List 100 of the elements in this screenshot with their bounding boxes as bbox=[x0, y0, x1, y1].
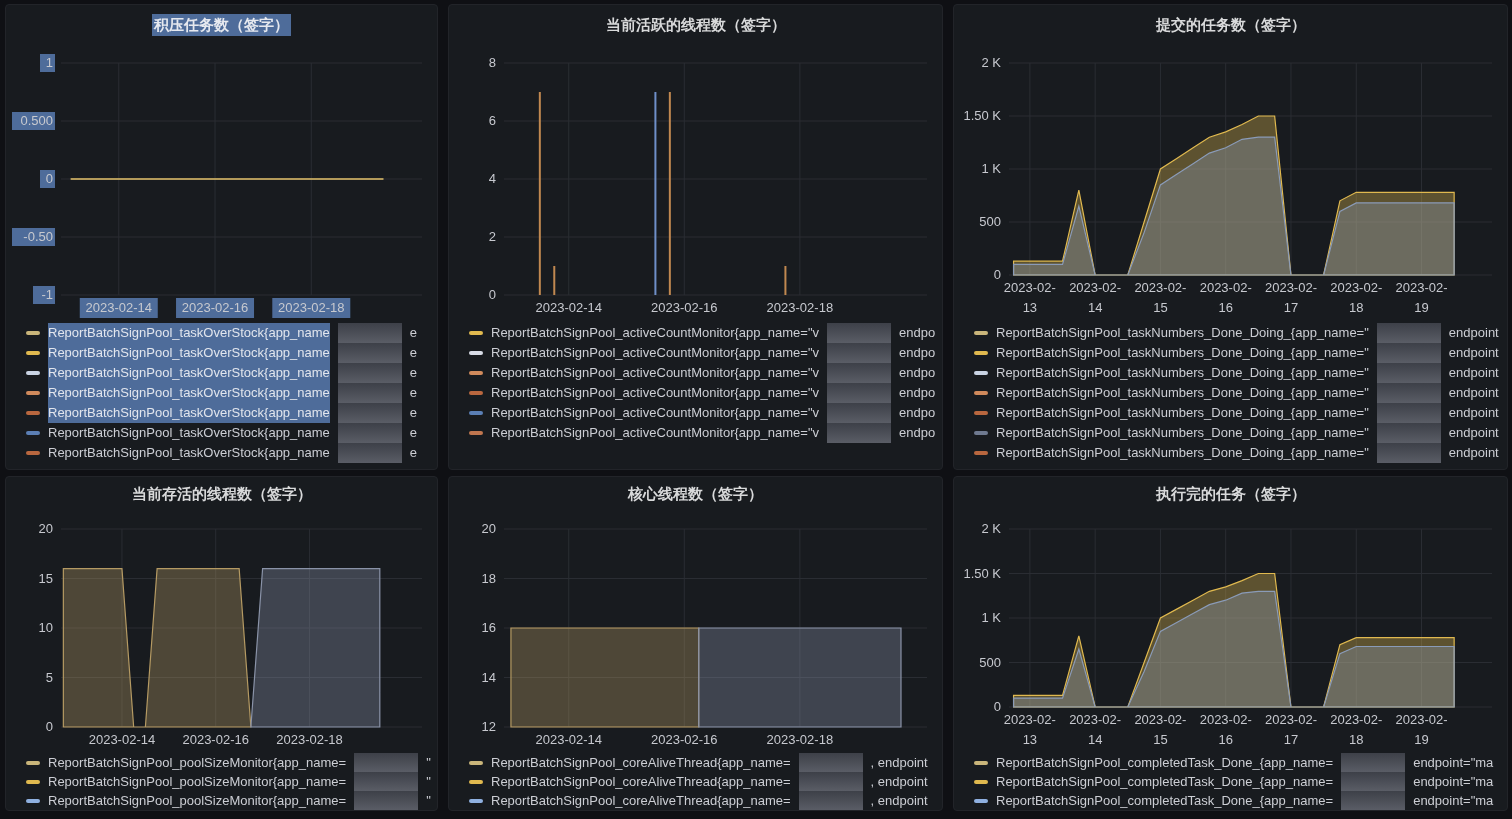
legend-label: endpo bbox=[899, 424, 936, 443]
legend-item[interactable]: ReportBatchSignPool_taskNumbers_Done_Doing_{app_name=" endpoint bbox=[974, 363, 1507, 383]
legend-label: ReportBatchSignPool_taskNumbers_Done_Doing_{app_name=" bbox=[996, 344, 1369, 363]
axis-tick-label: 5 bbox=[45, 669, 53, 685]
axis-tick-label: 2023-02- 18 bbox=[1330, 280, 1383, 315]
axis-tick-label: 2023-02-18 bbox=[276, 732, 343, 747]
x-tick-label: 2023-02-14 bbox=[85, 300, 153, 315]
legend-item[interactable]: ReportBatchSignPool_taskNumbers_Done_Doing_{app_name=" endpoint bbox=[974, 443, 1507, 463]
panel-title[interactable]: 执行完的任务（签字） bbox=[1153, 482, 1308, 506]
redaction-block bbox=[337, 443, 402, 463]
legend-item[interactable]: ReportBatchSignPool_taskNumbers_Done_Doing_{app_name=" endpoint bbox=[974, 343, 1507, 363]
axis-tick-label: 500 bbox=[979, 654, 1001, 670]
axis-tick-label: 500 bbox=[979, 214, 1001, 229]
panel-title[interactable]: 提交的任务数（签字） bbox=[1153, 13, 1308, 37]
redaction-block bbox=[337, 363, 402, 383]
legend-item[interactable]: ReportBatchSignPool_completedTask_Done_{app_name= endpoint="ma bbox=[974, 791, 1507, 810]
legend-item[interactable]: ReportBatchSignPool_activeCountMonitor{app_name="v endpo bbox=[469, 383, 942, 403]
legend-item[interactable]: ReportBatchSignPool_taskOverStock{app_name e bbox=[26, 363, 437, 383]
legend-item[interactable]: ReportBatchSignPool_taskOverStock{app_name e bbox=[26, 403, 437, 423]
legend-label: " bbox=[426, 791, 431, 810]
legend-item[interactable]: ReportBatchSignPool_coreAliveThread{app_name= , endpoint bbox=[469, 772, 942, 791]
legend-label: ReportBatchSignPool_completedTask_Done_{app_name= bbox=[996, 753, 1334, 772]
redaction-block bbox=[1376, 363, 1441, 383]
redaction-block bbox=[798, 753, 863, 772]
legend-item[interactable]: ReportBatchSignPool_coreAliveThread{app_name= , endpoint bbox=[469, 753, 942, 772]
x-tick-label: 2023-02-16 bbox=[181, 300, 249, 315]
redaction-block bbox=[1376, 343, 1441, 363]
redaction-block bbox=[827, 343, 891, 363]
legend-item[interactable]: ReportBatchSignPool_taskOverStock{app_name e bbox=[26, 443, 437, 463]
legend-item[interactable]: ReportBatchSignPool_taskNumbers_Done_Doing_{app_name=" endpoint bbox=[974, 383, 1507, 403]
redaction-block bbox=[354, 753, 419, 772]
panel-title[interactable]: 积压任务数（签字） bbox=[152, 13, 291, 37]
legend-item[interactable]: ReportBatchSignPool_activeCountMonitor{app_name="v endpo bbox=[469, 323, 942, 343]
legend-item[interactable]: ReportBatchSignPool_taskOverStock{app_name e bbox=[26, 323, 437, 343]
legend-label: e bbox=[409, 404, 418, 423]
axis-tick-label: 2023-02- 17 bbox=[1264, 280, 1317, 315]
legend-item[interactable]: ReportBatchSignPool_poolSizeMonitor{app_name= " bbox=[26, 772, 437, 791]
y-tick-label: -0.50 bbox=[23, 229, 53, 244]
y-tick-label: 1 bbox=[45, 55, 53, 70]
bar bbox=[784, 266, 787, 295]
axis-tick-label: 18 bbox=[481, 570, 496, 586]
legend-item[interactable]: ReportBatchSignPool_taskNumbers_Done_Doing_{app_name=" endpoint bbox=[974, 423, 1507, 443]
legend-label: endpoint bbox=[1448, 344, 1499, 363]
redaction-block bbox=[354, 791, 419, 810]
legend-label: endpoint bbox=[1448, 444, 1499, 463]
redaction-block bbox=[337, 423, 402, 443]
legend-label: ReportBatchSignPool_taskNumbers_Done_Doing_{app_name=" bbox=[996, 364, 1369, 383]
axis-tick-label: 0 bbox=[488, 287, 496, 302]
panel-title[interactable]: 核心线程数（签字） bbox=[626, 482, 765, 506]
axis-tick-label: 0 bbox=[45, 719, 53, 734]
redaction-block bbox=[1376, 403, 1441, 423]
legend-label: ReportBatchSignPool_coreAliveThread{app_name= bbox=[491, 791, 791, 810]
panel-title[interactable]: 当前活跃的线程数（签字） bbox=[603, 13, 788, 37]
legend-item[interactable]: ReportBatchSignPool_taskNumbers_Done_Doing_{app_name=" endpoint bbox=[974, 403, 1507, 423]
axis-tick-label: 20 bbox=[38, 521, 53, 536]
legend-label: e bbox=[409, 344, 418, 363]
axis-tick-label: 2023-02- 16 bbox=[1199, 712, 1252, 747]
axis-tick-label: 16 bbox=[481, 620, 496, 635]
legend-item[interactable]: ReportBatchSignPool_activeCountMonitor{app_name="v endpo bbox=[469, 343, 942, 363]
axis-tick-label: 2023-02-18 bbox=[766, 732, 834, 747]
legend-item[interactable]: ReportBatchSignPool_poolSizeMonitor{app_name= " bbox=[26, 791, 437, 810]
legend-label: ReportBatchSignPool_taskOverStock{app_name bbox=[48, 424, 330, 443]
legend-item[interactable]: ReportBatchSignPool_completedTask_Done_{app_name= endpoint="ma bbox=[974, 772, 1507, 791]
panel-title[interactable]: 当前存活的线程数（签字） bbox=[129, 482, 314, 506]
legend-label: ReportBatchSignPool_taskOverStock{app_name bbox=[48, 343, 330, 363]
legend-item[interactable]: ReportBatchSignPool_taskOverStock{app_name e bbox=[26, 343, 437, 363]
legend-item[interactable]: ReportBatchSignPool_coreAliveThread{app_name= , endpoint bbox=[469, 791, 942, 810]
legend-item[interactable]: ReportBatchSignPool_taskNumbers_Done_Doing_{app_name=" endpoint bbox=[974, 323, 1507, 343]
axis-tick-label: 0.500 bbox=[12, 112, 55, 130]
legend-item[interactable]: ReportBatchSignPool_completedTask_Done_{app_name= endpoint="ma bbox=[974, 753, 1507, 772]
axis-tick-label: 2023-02- 14 bbox=[1069, 712, 1122, 747]
redaction-block bbox=[1376, 423, 1441, 443]
legend-label: e bbox=[409, 384, 418, 403]
legend-item[interactable]: ReportBatchSignPool_taskOverStock{app_name e bbox=[26, 423, 437, 443]
axis-tick-label: 1 K bbox=[981, 610, 1001, 625]
axis-tick-label: 6 bbox=[488, 113, 496, 128]
redaction-block bbox=[827, 403, 891, 423]
legend-label: endpoint bbox=[1448, 404, 1499, 423]
axis-tick-label: 4 bbox=[488, 171, 496, 186]
axis-tick-label: 10 bbox=[38, 620, 53, 635]
legend-item[interactable]: ReportBatchSignPool_activeCountMonitor{app_name="v endpo bbox=[469, 363, 942, 383]
axis-tick-label: 8 bbox=[488, 55, 496, 70]
legend-label: ReportBatchSignPool_poolSizeMonitor{app_name= bbox=[48, 791, 347, 810]
x-tick-label: 2023-02-18 bbox=[278, 300, 345, 315]
axis-tick-label: 20 bbox=[481, 521, 496, 536]
legend-item[interactable]: ReportBatchSignPool_taskOverStock{app_name e bbox=[26, 383, 437, 403]
legend-item[interactable]: ReportBatchSignPool_activeCountMonitor{app_name="v endpo bbox=[469, 423, 942, 443]
axis-tick-label: 2023-02- 17 bbox=[1264, 712, 1317, 747]
legend-label: ReportBatchSignPool_activeCountMonitor{app_name="v bbox=[491, 384, 819, 403]
legend-label: ReportBatchSignPool_poolSizeMonitor{app_name= bbox=[48, 772, 347, 791]
redaction-block bbox=[798, 791, 863, 810]
legend-item[interactable]: ReportBatchSignPool_activeCountMonitor{app_name="v endpo bbox=[469, 403, 942, 423]
axis-tick-label: 2023-02- 19 bbox=[1395, 712, 1448, 747]
axis-tick-label: 2023-02- 14 bbox=[1069, 280, 1122, 315]
redaction-block bbox=[337, 383, 402, 403]
redaction-block bbox=[337, 323, 402, 343]
legend-label: ReportBatchSignPool_activeCountMonitor{app_name="v bbox=[491, 324, 819, 343]
legend-item[interactable]: ReportBatchSignPool_poolSizeMonitor{app_name= " bbox=[26, 753, 437, 772]
legend-label: " bbox=[426, 753, 431, 772]
axis-tick-label: 1.50 K bbox=[963, 108, 1001, 123]
